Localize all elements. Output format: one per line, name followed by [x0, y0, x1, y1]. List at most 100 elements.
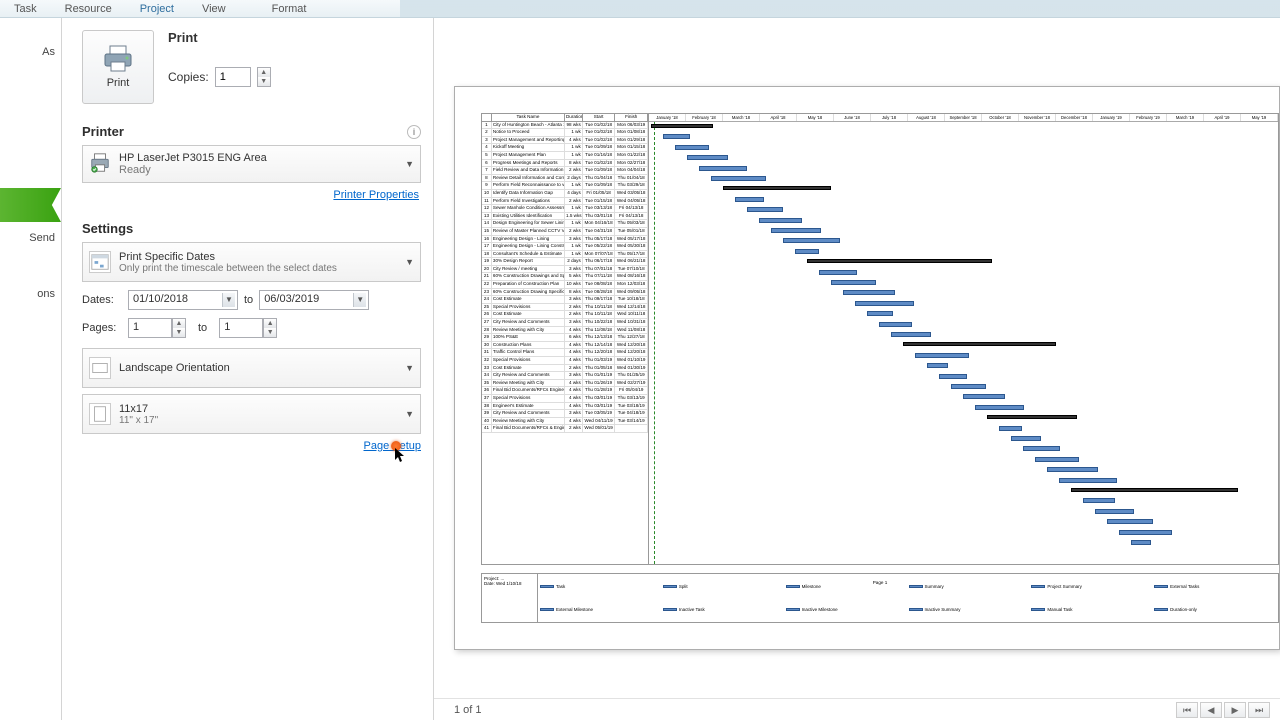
- print-title: Print: [168, 30, 271, 45]
- backstage-item[interactable]: [0, 108, 61, 180]
- table-row: 30Construction Plans4 wksThu 12/14/18Wed…: [482, 342, 648, 350]
- table-row: 33Cost Estimate2 wksThu 01/05/18Wed 01/3…: [482, 365, 648, 373]
- orientation-dropdown[interactable]: Landscape Orientation ▼: [82, 348, 421, 388]
- table-row: 9Perform Field Reconnaissance to verify …: [482, 182, 648, 190]
- window-titlebar: [400, 0, 1280, 17]
- printer-icon: [89, 152, 111, 177]
- page-icon: [89, 403, 111, 425]
- table-row: 39City Review and Comments3 wksTue 03/05…: [482, 410, 648, 418]
- backstage-item-options[interactable]: ons: [0, 282, 61, 306]
- table-row: 7Field Review and Data Information2 wksT…: [482, 167, 648, 175]
- table-row: 22Preparation of Construction Plan10 wks…: [482, 281, 648, 289]
- nav-last-button[interactable]: ⏭: [1248, 702, 1270, 718]
- pages-to-spinner[interactable]: ▲▼: [263, 318, 277, 338]
- page-setup-link[interactable]: Page Setup: [82, 440, 421, 452]
- table-row: 16Engineering Design - Lining3 wksThu 05…: [482, 236, 648, 244]
- print-button-label: Print: [107, 77, 130, 89]
- date-from-combo[interactable]: 01/10/2018▼: [128, 290, 238, 310]
- backstage-item[interactable]: [0, 244, 61, 282]
- table-row: 6Progress Meetings and Reports8 wksTue 0…: [482, 160, 648, 168]
- table-row: 20City Review / meeting3 wksThu 07/01/18…: [482, 266, 648, 274]
- table-row: 36Final Bid Documents/RFCs Engineers Est…: [482, 387, 648, 395]
- printer-dropdown[interactable]: HP LaserJet P3015 ENG Area Ready ▼: [82, 145, 421, 183]
- table-row: 37Special Provisions4 wksThu 03/01/19Thu…: [482, 395, 648, 403]
- table-row: 13Existing Utilities Identification1.5 w…: [482, 213, 648, 221]
- paper-name: 11x17: [119, 403, 158, 415]
- dates-label: Dates:: [82, 294, 122, 306]
- table-row: 5Project Management Plan1 wkTue 01/16/18…: [482, 152, 648, 160]
- table-row: 14Design Engineering for Sewer Lining an…: [482, 220, 648, 228]
- backstage-nav: As Send ons: [0, 18, 62, 720]
- info-icon[interactable]: i: [407, 125, 421, 139]
- date-to-combo[interactable]: 06/03/2019▼: [259, 290, 369, 310]
- table-row: 4Kickoff Meeting1 wkTue 01/09/18Mon 01/1…: [482, 144, 648, 152]
- print-scope-dropdown[interactable]: Print Specific Dates Only print the time…: [82, 242, 421, 282]
- table-row: 26Cost Estimate2 wksThu 10/11/18Wed 10/1…: [482, 311, 648, 319]
- table-row: 29100% PS&E6 wksThu 12/13/18Thu 12/27/18: [482, 334, 648, 342]
- table-row: 2160% Construction Drawings and Specs5 w…: [482, 273, 648, 281]
- tab-format[interactable]: Format: [258, 1, 321, 17]
- table-row: 35Review Meeting with City4 wksThu 01/26…: [482, 380, 648, 388]
- tab-task[interactable]: Task: [0, 1, 51, 17]
- backstage-item-saveas[interactable]: As: [0, 40, 61, 64]
- printer-name: HP LaserJet P3015 ENG Area: [119, 152, 267, 164]
- settings-section-title: Settings: [82, 221, 133, 236]
- tab-resource[interactable]: Resource: [51, 1, 126, 17]
- table-row: 8Review Detail Information and Compile B…: [482, 175, 648, 183]
- landscape-icon: [89, 357, 111, 379]
- legend-item: Duration-only: [1154, 599, 1276, 621]
- backstage-item[interactable]: [0, 18, 61, 40]
- pages-to-input[interactable]: 1: [219, 318, 263, 338]
- preview-page-number: Page 1: [481, 580, 1279, 585]
- legend-item: Inactive Task: [663, 599, 785, 621]
- backstage-item[interactable]: [0, 64, 61, 86]
- scope-description: Only print the timescale between the sel…: [119, 263, 337, 274]
- table-row: 32Special Provisions4 wksThu 01/03/19Wed…: [482, 357, 648, 365]
- pages-label: Pages:: [82, 322, 122, 334]
- table-row: 28Review Meeting with City4 wksThu 11/08…: [482, 327, 648, 335]
- scope-title: Print Specific Dates: [119, 251, 337, 263]
- nav-first-button[interactable]: ⏮: [1176, 702, 1198, 718]
- today-line: [654, 122, 655, 564]
- print-button[interactable]: Print: [82, 30, 154, 104]
- legend-item: Inactive Summary: [909, 599, 1031, 621]
- preview-footer: 1 of 1 ⏮ ◀ ▶ ⏭: [434, 698, 1280, 720]
- legend-item: Inactive Milestone: [786, 599, 908, 621]
- page-indicator: 1 of 1: [454, 704, 482, 716]
- paper-size-dropdown[interactable]: 11x17 11" x 17" ▼: [82, 394, 421, 434]
- pages-from-spinner[interactable]: ▲▼: [172, 318, 186, 338]
- backstage-item-send[interactable]: Send: [0, 222, 61, 244]
- tab-project[interactable]: Project: [126, 1, 188, 17]
- cursor-icon: [395, 448, 407, 464]
- tab-view[interactable]: View: [188, 1, 240, 17]
- table-row: 25Special Provisions2 wksThu 10/11/18Wed…: [482, 304, 648, 312]
- backstage-item-print-active[interactable]: [0, 188, 61, 222]
- table-row: 1930% Design Report2 daysThu 06/17/18Wed…: [482, 258, 648, 266]
- pages-from-input[interactable]: 1: [128, 318, 172, 338]
- backstage-item[interactable]: [0, 86, 61, 108]
- table-row: 18Consultant's Schedule & Estimate1 wkMo…: [482, 251, 648, 259]
- nav-prev-button[interactable]: ◀: [1200, 702, 1222, 718]
- copies-spinner[interactable]: ▲▼: [257, 67, 271, 87]
- chevron-down-icon: ▼: [353, 293, 366, 307]
- chevron-down-icon: ▼: [405, 159, 414, 169]
- nav-next-button[interactable]: ▶: [1224, 702, 1246, 718]
- printer-status: Ready: [119, 164, 267, 176]
- legend-item: External Milestone: [540, 599, 662, 621]
- chevron-down-icon: ▼: [405, 257, 414, 267]
- orientation-label: Landscape Orientation: [119, 362, 230, 374]
- legend-item: Manual Task: [1031, 599, 1153, 621]
- printer-section-title: Printer: [82, 124, 124, 139]
- table-row: 2360% Construction Drawing Specification…: [482, 289, 648, 297]
- printer-properties-link[interactable]: Printer Properties: [333, 189, 419, 201]
- print-preview: Task NameDurationStartFinish1City of Hun…: [434, 18, 1280, 698]
- copies-input[interactable]: [215, 67, 251, 87]
- calendar-range-icon: [89, 251, 111, 273]
- table-row: 17Engineering Design - Lining Constructi…: [482, 243, 648, 251]
- table-row: 3Project Management and Reporting4 wksTu…: [482, 137, 648, 145]
- to-label: to: [198, 322, 207, 334]
- table-row: 2Notice to Proceed1 wkTue 01/02/18Mon 01…: [482, 129, 648, 137]
- task-table: Task NameDurationStartFinish1City of Hun…: [481, 113, 649, 565]
- table-row: 12Sewer Manhole Condition Assessment Sur…: [482, 205, 648, 213]
- chevron-down-icon: ▼: [405, 409, 414, 419]
